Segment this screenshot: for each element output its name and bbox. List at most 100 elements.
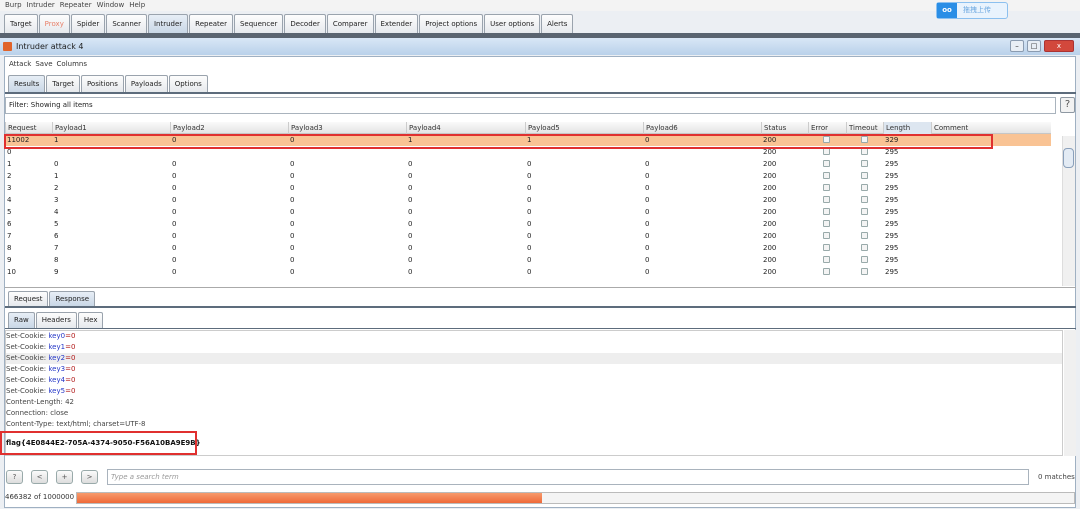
response-scrollbar[interactable] <box>1064 330 1076 456</box>
header-name: Set-Cookie: <box>6 376 49 384</box>
column-header-payload4[interactable]: Payload4 <box>406 122 525 134</box>
filter-bar[interactable]: Filter: Showing all items <box>5 97 1056 114</box>
column-header-length[interactable]: Length <box>883 122 931 134</box>
payload-cell: 0 <box>172 160 177 168</box>
tab-spider[interactable]: Spider <box>70 14 106 33</box>
tab-alerts[interactable]: Alerts <box>541 14 574 33</box>
table-row[interactable]: 4 3 0 0 0 0 0 200 295 <box>5 194 1051 206</box>
error-checkbox <box>823 268 830 275</box>
next-button[interactable]: > <box>81 470 98 484</box>
split-divider[interactable] <box>5 287 1076 288</box>
payload-cell: 0 <box>645 196 650 204</box>
table-row[interactable]: 6 5 0 0 0 0 0 200 295 <box>5 218 1051 230</box>
payload-cell: 0 <box>172 232 177 240</box>
error-checkbox <box>823 160 830 167</box>
menu-repeater[interactable]: Repeater <box>60 1 92 9</box>
tab-request[interactable]: Request <box>8 291 49 306</box>
payload-cell: 0 <box>290 232 295 240</box>
tab-extender[interactable]: Extender <box>374 14 419 33</box>
column-header-request[interactable]: Request <box>5 122 52 134</box>
minimize-button[interactable]: – <box>1010 40 1024 52</box>
column-header-payload1[interactable]: Payload1 <box>52 122 170 134</box>
cookie-value: =0 <box>65 332 76 340</box>
help-button[interactable]: ? <box>6 470 23 484</box>
tab-comparer[interactable]: Comparer <box>326 14 374 33</box>
tab-proxy[interactable]: Proxy <box>38 14 70 33</box>
tab-headers[interactable]: Headers <box>35 312 77 328</box>
tab-positions[interactable]: Positions <box>80 75 124 92</box>
timeout-checkbox <box>861 172 868 179</box>
length-cell: 295 <box>885 244 899 252</box>
maximize-button[interactable]: □ <box>1027 40 1041 52</box>
upload-badge[interactable]: oo 拖拽上传 <box>936 2 1008 19</box>
payload-cell: 0 <box>527 232 532 240</box>
table-row[interactable]: 5 4 0 0 0 0 0 200 295 <box>5 206 1051 218</box>
menu-attack[interactable]: Attack <box>9 60 31 68</box>
tab-target[interactable]: Target <box>46 75 80 92</box>
payload-cell: 0 <box>408 160 413 168</box>
tab-target[interactable]: Target <box>4 14 38 33</box>
table-row[interactable]: 2 1 0 0 0 0 0 200 295 <box>5 170 1051 182</box>
next-match-button[interactable]: + <box>56 470 73 484</box>
payload-cell: 7 <box>54 244 59 252</box>
column-header-status[interactable]: Status <box>761 122 808 134</box>
tab-repeater[interactable]: Repeater <box>189 14 233 33</box>
tab-project-options[interactable]: Project options <box>419 14 484 33</box>
payload-cell: 0 <box>645 184 650 192</box>
payload-cell: 0 <box>408 232 413 240</box>
column-header-payload6[interactable]: Payload6 <box>643 122 761 134</box>
table-row[interactable]: 1 0 0 0 0 0 0 200 295 <box>5 158 1051 170</box>
menu-intruder[interactable]: Intruder <box>27 1 55 9</box>
length-cell: 295 <box>885 232 899 240</box>
menu-bar: Burp Intruder Repeater Window Help <box>0 0 1080 11</box>
tab-results[interactable]: Results <box>8 75 46 92</box>
table-row[interactable]: 7 6 0 0 0 0 0 200 295 <box>5 230 1051 242</box>
length-cell: 295 <box>885 196 899 204</box>
response-line: Content-Type: text/html; charset=UTF-8 <box>6 420 146 428</box>
status-cell: 200 <box>763 184 777 192</box>
tab-scanner[interactable]: Scanner <box>106 14 147 33</box>
column-header-payload3[interactable]: Payload3 <box>288 122 406 134</box>
column-header-comment[interactable]: Comment <box>931 122 1051 134</box>
tab-user-options[interactable]: User options <box>484 14 541 33</box>
menu-columns[interactable]: Columns <box>57 60 87 68</box>
column-header-timeout[interactable]: Timeout <box>846 122 883 134</box>
table-row[interactable]: 3 2 0 0 0 0 0 200 295 <box>5 182 1051 194</box>
tab-raw[interactable]: Raw <box>8 312 35 328</box>
tab-payloads[interactable]: Payloads <box>124 75 168 92</box>
table-row[interactable]: 8 7 0 0 0 0 0 200 295 <box>5 242 1051 254</box>
column-header-payload5[interactable]: Payload5 <box>525 122 643 134</box>
payload-cell: 0 <box>290 244 295 252</box>
payload-cell: 0 <box>408 184 413 192</box>
search-input[interactable]: Type a search term <box>107 469 1029 485</box>
table-row[interactable]: 9 8 0 0 0 0 0 200 295 <box>5 254 1051 266</box>
request-cell: 1 <box>7 160 12 168</box>
close-button[interactable]: x <box>1044 40 1074 52</box>
column-header-error[interactable]: Error <box>808 122 846 134</box>
column-header-payload2[interactable]: Payload2 <box>170 122 288 134</box>
menu-window[interactable]: Window <box>97 1 125 9</box>
table-row[interactable]: 10 9 0 0 0 0 0 200 295 <box>5 266 1051 278</box>
menu-help[interactable]: Help <box>129 1 145 9</box>
scroll-thumb[interactable] <box>1063 148 1074 168</box>
tab-intruder[interactable]: Intruder <box>147 14 189 33</box>
payload-cell: 0 <box>290 160 295 168</box>
cookie-value: =0 <box>65 354 76 362</box>
tab-options[interactable]: Options <box>168 75 208 92</box>
length-cell: 295 <box>885 160 899 168</box>
progress-bar <box>76 492 1075 504</box>
cloud-icon: oo <box>937 3 957 18</box>
payload-cell: 0 <box>408 208 413 216</box>
previous-button[interactable]: < <box>31 470 48 484</box>
timeout-checkbox <box>861 148 868 155</box>
timeout-checkbox <box>861 220 868 227</box>
menu-save[interactable]: Save <box>35 60 52 68</box>
tab-sequencer[interactable]: Sequencer <box>233 14 284 33</box>
payload-cell: 0 <box>527 160 532 168</box>
tab-response[interactable]: Response <box>49 291 96 306</box>
menu-burp[interactable]: Burp <box>5 1 22 9</box>
tab-decoder[interactable]: Decoder <box>284 14 326 33</box>
tab-hex[interactable]: Hex <box>77 312 104 328</box>
payload-cell: 0 <box>172 220 177 228</box>
help-button[interactable]: ? <box>1060 97 1075 113</box>
